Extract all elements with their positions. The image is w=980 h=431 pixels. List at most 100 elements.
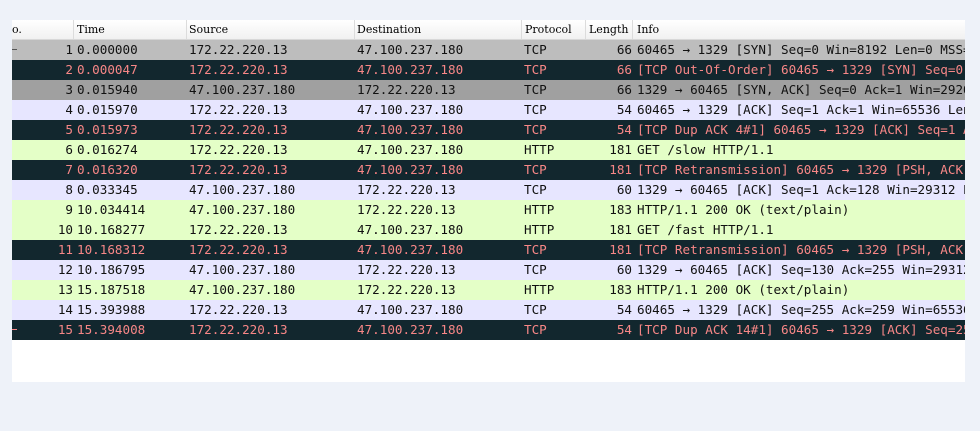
packet-time: 0.015973 xyxy=(77,122,138,137)
packet-protocol: HTTP xyxy=(524,222,555,237)
packet-length: 181 xyxy=(609,222,632,237)
packet-time: 0.015970 xyxy=(77,102,138,117)
packet-list-rows: 1 0.000000 172.22.220.13 47.100.237.180 TCP 6… xyxy=(12,40,965,340)
packet-protocol: TCP xyxy=(524,162,547,177)
packet-source: 172.22.220.13 xyxy=(189,302,288,317)
packet-row[interactable]: 3 0.015940 47.100.237.180 172.22.220.13 TCP 6… xyxy=(12,80,965,100)
packet-destination: 172.22.220.13 xyxy=(357,82,456,97)
packet-time: 0.000047 xyxy=(77,62,138,77)
packet-length: 60 xyxy=(616,262,632,277)
packet-protocol: TCP xyxy=(524,242,547,257)
packet-source: 172.22.220.13 xyxy=(189,62,288,77)
column-header-length[interactable]: Length xyxy=(586,20,633,39)
packet-protocol: TCP xyxy=(524,182,547,197)
packet-row[interactable]: 13 15.187518 47.100.237.180 172.22.220.13 HT… xyxy=(12,280,965,300)
packet-info: 60465 → 1329 [SYN] Seq=0 Win=8192 Len=0 … xyxy=(637,42,965,57)
packet-time: 10.186795 xyxy=(77,262,146,277)
packet-destination: 47.100.237.180 xyxy=(357,222,464,237)
packet-length: 181 xyxy=(609,242,632,257)
packet-number: 5 xyxy=(65,122,73,137)
packet-length: 183 xyxy=(609,202,632,217)
packet-protocol: TCP xyxy=(524,42,547,57)
packet-info: [TCP Dup ACK 14#1] 60465 → 1329 [ACK] Se… xyxy=(637,322,965,337)
packet-time: 10.168312 xyxy=(77,242,146,257)
packet-time: 0.033345 xyxy=(77,182,138,197)
packet-source: 172.22.220.13 xyxy=(189,102,288,117)
column-header-source[interactable]: Source xyxy=(187,20,355,39)
packet-source: 47.100.237.180 xyxy=(189,282,296,297)
packet-destination: 172.22.220.13 xyxy=(357,182,456,197)
packet-info: 60465 → 1329 [ACK] Seq=255 Ack=259 Win=6… xyxy=(637,302,965,317)
packet-info: 1329 → 60465 [SYN, ACK] Seq=0 Ack=1 Win=… xyxy=(637,82,965,97)
packet-destination: 47.100.237.180 xyxy=(357,162,464,177)
packet-protocol: TCP xyxy=(524,122,547,137)
column-header-info[interactable]: Info xyxy=(633,20,965,39)
packet-number: 1 xyxy=(65,42,73,57)
packet-destination: 172.22.220.13 xyxy=(357,282,456,297)
packet-destination: 47.100.237.180 xyxy=(357,102,464,117)
packet-source: 172.22.220.13 xyxy=(189,162,288,177)
packet-row[interactable]: 12 10.186795 47.100.237.180 172.22.220.13 TC… xyxy=(12,260,965,280)
packet-protocol: HTTP xyxy=(524,282,555,297)
packet-source: 172.22.220.13 xyxy=(189,242,288,257)
packet-row[interactable]: 8 0.033345 47.100.237.180 172.22.220.13 TCP 6… xyxy=(12,180,965,200)
packet-row[interactable]: 5 0.015973 172.22.220.13 47.100.237.180 TCP 5… xyxy=(12,120,965,140)
packet-row[interactable]: 7 0.016320 172.22.220.13 47.100.237.180 TCP 1… xyxy=(12,160,965,180)
packet-source: 47.100.237.180 xyxy=(189,182,296,197)
packet-time: 15.393988 xyxy=(77,302,146,317)
packet-destination: 47.100.237.180 xyxy=(357,62,464,77)
packet-time: 10.168277 xyxy=(77,222,146,237)
packet-number: 10 xyxy=(57,222,73,237)
packet-info: [TCP Retransmission] 60465 → 1329 [PSH, … xyxy=(637,242,965,257)
packet-number: 11 xyxy=(57,242,73,257)
packet-list-header: o. Time Source Destination Protocol Leng… xyxy=(12,20,965,40)
packet-length: 54 xyxy=(616,122,632,137)
column-header-destination[interactable]: Destination xyxy=(355,20,522,39)
packet-source: 47.100.237.180 xyxy=(189,202,296,217)
packet-length: 54 xyxy=(616,322,632,337)
packet-row[interactable]: 4 0.015970 172.22.220.13 47.100.237.180 TCP 5… xyxy=(12,100,965,120)
packet-number: 8 xyxy=(65,182,73,197)
packet-info: [TCP Retransmission] 60465 → 1329 [PSH, … xyxy=(637,162,965,177)
column-header-protocol[interactable]: Protocol xyxy=(522,20,586,39)
packet-row[interactable]: 11 10.168312 172.22.220.13 47.100.237.180 TC… xyxy=(12,240,965,260)
packet-protocol: TCP xyxy=(524,322,547,337)
packet-info: 1329 → 60465 [ACK] Seq=130 Ack=255 Win=2… xyxy=(637,262,965,277)
packet-info: 60465 → 1329 [ACK] Seq=1 Ack=1 Win=65536… xyxy=(637,102,965,117)
packet-info: HTTP/1.1 200 OK (text/plain) xyxy=(637,202,850,217)
packet-time: 10.034414 xyxy=(77,202,146,217)
column-header-time[interactable]: Time xyxy=(74,20,187,39)
column-header-no[interactable]: o. xyxy=(12,20,74,39)
packet-number: 13 xyxy=(57,282,73,297)
packet-destination: 172.22.220.13 xyxy=(357,202,456,217)
packet-number: 3 xyxy=(65,82,73,97)
packet-length: 54 xyxy=(616,302,632,317)
packet-number: 2 xyxy=(65,62,73,77)
packet-info: GET /slow HTTP/1.1 xyxy=(637,142,774,157)
packet-destination: 47.100.237.180 xyxy=(357,242,464,257)
packet-row[interactable]: 10 10.168277 172.22.220.13 47.100.237.180 HT… xyxy=(12,220,965,240)
packet-info: GET /fast HTTP/1.1 xyxy=(637,222,774,237)
packet-number: 9 xyxy=(65,202,73,217)
packet-row[interactable]: 2 0.000047 172.22.220.13 47.100.237.180 TCP 6… xyxy=(12,60,965,80)
packet-destination: 47.100.237.180 xyxy=(357,142,464,157)
packet-number: 6 xyxy=(65,142,73,157)
packet-row[interactable]: 14 15.393988 172.22.220.13 47.100.237.180 TC… xyxy=(12,300,965,320)
packet-source: 47.100.237.180 xyxy=(189,262,296,277)
packet-row[interactable]: 15 15.394008 172.22.220.13 47.100.237.180 TC… xyxy=(12,320,965,340)
packet-source: 172.22.220.13 xyxy=(189,222,288,237)
packet-row[interactable]: 6 0.016274 172.22.220.13 47.100.237.180 HTTP… xyxy=(12,140,965,160)
packet-source: 172.22.220.13 xyxy=(189,322,288,337)
packet-list-pane: o. Time Source Destination Protocol Leng… xyxy=(12,20,965,382)
packet-length: 66 xyxy=(616,42,632,57)
packet-time: 0.016320 xyxy=(77,162,138,177)
packet-row[interactable]: 9 10.034414 47.100.237.180 172.22.220.13 HTT… xyxy=(12,200,965,220)
packet-info: HTTP/1.1 200 OK (text/plain) xyxy=(637,282,850,297)
packet-time: 0.016274 xyxy=(77,142,138,157)
packet-row[interactable]: 1 0.000000 172.22.220.13 47.100.237.180 TCP 6… xyxy=(12,40,965,60)
packet-length: 54 xyxy=(616,102,632,117)
packet-destination: 47.100.237.180 xyxy=(357,42,464,57)
packet-number: 12 xyxy=(57,262,73,277)
packet-info: [TCP Dup ACK 4#1] 60465 → 1329 [ACK] Seq… xyxy=(637,122,965,137)
packet-protocol: HTTP xyxy=(524,202,555,217)
